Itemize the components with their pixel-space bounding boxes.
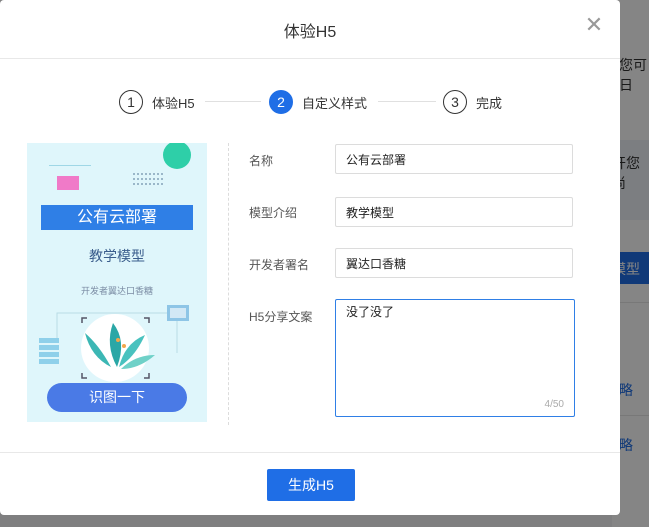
close-icon[interactable]: ✕: [583, 14, 605, 36]
modal-footer-divider: [0, 452, 620, 453]
step-number: 1: [119, 90, 143, 114]
poster-title: 公有云部署: [41, 205, 193, 230]
experience-h5-modal: 体验H5 ✕ 1 体验H5 2 自定义样式 3 完成 公有云部署 教学模型 开发…: [0, 0, 620, 515]
char-counter: 4/50: [544, 399, 564, 410]
step-label: 体验H5: [152, 95, 195, 111]
share-text-textarea[interactable]: 没了没了 4/50: [335, 299, 575, 417]
vertical-divider: [228, 143, 229, 425]
step-3: 3 完成: [443, 90, 502, 114]
step-connector: [205, 101, 261, 102]
h5-poster-preview: 公有云部署 教学模型 开发者翼达口香糖 识图一下: [27, 143, 207, 422]
name-input[interactable]: 公有云部署: [335, 144, 573, 174]
poster-author: 开发者翼达口香糖: [80, 286, 153, 296]
step-number: 3: [443, 90, 467, 114]
step-1: 1 体验H5: [119, 90, 195, 114]
step-label: 完成: [476, 95, 503, 111]
step-label: 自定义样式: [302, 95, 368, 111]
step-2: 2 自定义样式: [269, 90, 367, 114]
step-number: 2: [269, 90, 293, 114]
share-text-value: 没了没了: [346, 305, 395, 319]
poster-subtitle: 教学模型: [89, 248, 145, 264]
intro-label: 模型介绍: [249, 206, 298, 220]
name-label: 名称: [249, 154, 274, 168]
intro-input[interactable]: 教学模型: [335, 197, 573, 227]
poster-recognize-button: 识图一下: [47, 383, 187, 412]
share-text-label: H5分享文案: [249, 310, 313, 324]
developer-input[interactable]: 翼达口香糖: [335, 248, 573, 278]
modal-title: 体验H5: [283, 24, 337, 41]
modal-header: 体验H5 ✕: [0, 0, 620, 59]
developer-label: 开发者署名: [249, 258, 310, 272]
step-connector: [378, 101, 436, 102]
generate-h5-button[interactable]: 生成H5: [267, 469, 355, 501]
poster-decoration: [39, 143, 191, 382]
